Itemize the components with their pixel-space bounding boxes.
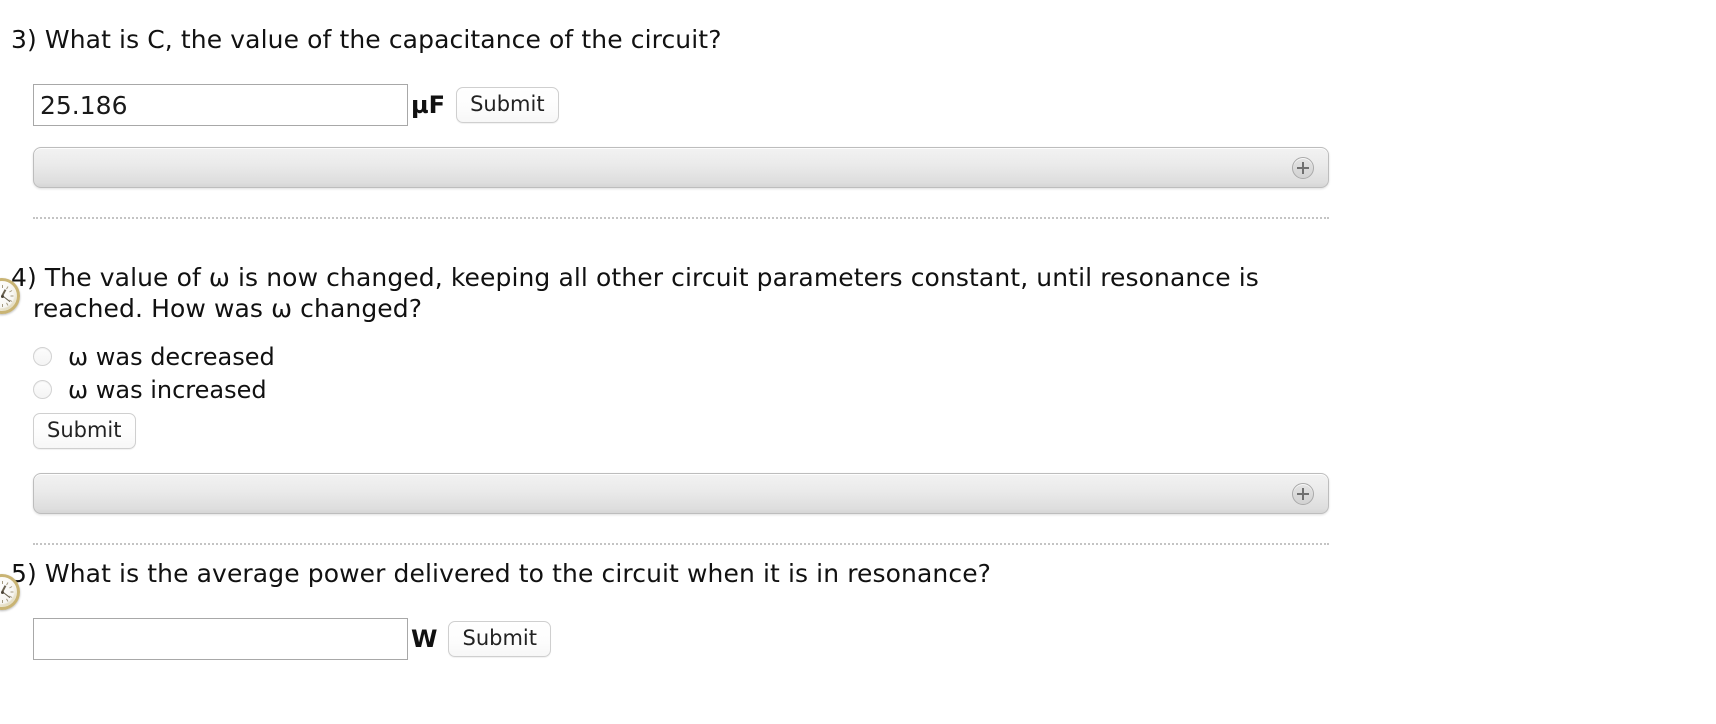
unit-label-watt: W (411, 625, 438, 653)
hint-bar-4[interactable] (33, 473, 1329, 515)
answer-row-5: W Submit (0, 618, 1716, 660)
question-block-4: 4) The value of ω is now changed, keepin… (0, 262, 1716, 546)
question-text-5: 5) What is the average power delivered t… (11, 559, 992, 588)
plus-icon[interactable] (1292, 482, 1314, 505)
choice-label: ω was decreased (68, 342, 275, 371)
question-text-4: 4) The value of ω is now changed, keepin… (11, 263, 1259, 323)
clock-center-pin (1, 590, 4, 594)
section-separator-3 (33, 217, 1329, 219)
submit-button-4[interactable]: Submit (33, 413, 136, 450)
question-block-5: 5) What is the average power delivered t… (0, 558, 1716, 660)
unit-label-microfarad: µF (411, 91, 446, 119)
quiz-page: 3) What is C, the value of the capacitan… (0, 0, 1716, 724)
choice-label: ω was increased (68, 375, 267, 404)
clock-center-pin (1, 294, 4, 298)
section-separator-4 (33, 543, 1329, 546)
question-text-3: 3) What is C, the value of the capacitan… (11, 25, 722, 54)
submit-button-3[interactable]: Submit (456, 86, 559, 124)
answer-row-3: µF Submit (0, 84, 1716, 126)
choice-row[interactable]: ω was increased (33, 373, 1716, 406)
answer-row-4: Submit (0, 413, 1716, 450)
submit-button-5[interactable]: Submit (448, 620, 551, 658)
radio-button-increased[interactable] (33, 380, 52, 399)
radio-button-decreased[interactable] (33, 347, 52, 366)
plus-icon[interactable] (1292, 156, 1314, 179)
hint-bar-3[interactable] (33, 147, 1329, 188)
choice-list-4: ω was decreased ω was increased (0, 340, 1716, 406)
capacitance-input[interactable] (33, 84, 408, 126)
question-block-3: 3) What is C, the value of the capacitan… (0, 24, 1716, 219)
choice-row[interactable]: ω was decreased (33, 340, 1716, 373)
average-power-input[interactable] (33, 618, 408, 660)
